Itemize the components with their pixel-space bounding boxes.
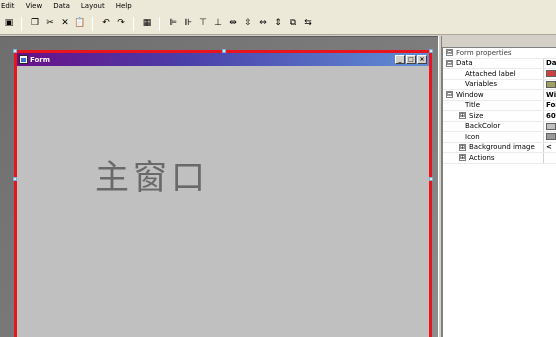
- cut-icon[interactable]: ✂: [44, 18, 56, 30]
- menu-bar: Edit View Data Layout Help: [0, 0, 556, 13]
- property-label: Attached label: [465, 69, 516, 78]
- toolbar: ▣ ❐ ✂ ✕ 📋 ↶ ↷ ▦ ⊫ ⊪ ⊤ ⊥ ⇹ ⇳ ⇔ ⇕ ⧉ ⇆: [0, 13, 556, 35]
- property-row[interactable]: Attached label: [443, 69, 556, 80]
- align-top-icon[interactable]: ⊤: [197, 18, 209, 30]
- property-label: Window: [456, 90, 484, 99]
- property-value[interactable]: For: [543, 100, 556, 110]
- form-label[interactable]: 主窗口: [95, 150, 209, 199]
- property-value[interactable]: [543, 132, 556, 142]
- property-value[interactable]: [543, 69, 556, 79]
- property-label: Size: [469, 111, 484, 120]
- maximize-button[interactable]: □: [406, 55, 416, 64]
- toolbar-separator: [133, 16, 134, 31]
- property-row[interactable]: ⊞ Actions: [443, 153, 556, 164]
- property-label: BackColor: [465, 122, 501, 131]
- property-swatch-icon[interactable]: [546, 122, 556, 130]
- paste-icon[interactable]: 📋: [74, 18, 86, 30]
- property-swatch-icon[interactable]: [546, 70, 556, 78]
- property-row[interactable]: ⊟Data Dat: [443, 58, 556, 69]
- property-label: Variables: [465, 80, 497, 89]
- space-vertical-icon[interactable]: ⇕: [272, 18, 284, 30]
- collapse-icon[interactable]: ⊟: [446, 91, 453, 99]
- property-label: Icon: [465, 132, 480, 141]
- property-row[interactable]: Title For: [443, 100, 556, 111]
- form-design-surface[interactable]: Form _ □ × 主窗口: [13, 49, 433, 337]
- property-label: Actions: [469, 153, 495, 162]
- property-row[interactable]: BackColor: [443, 121, 556, 132]
- form-window-icon: [19, 55, 28, 64]
- property-row[interactable]: Variables: [443, 79, 556, 90]
- property-row[interactable]: ⊟ Window Wi: [443, 90, 556, 101]
- property-swatch-icon[interactable]: [546, 133, 556, 141]
- menu-help[interactable]: Help: [111, 0, 138, 13]
- minimize-button[interactable]: _: [395, 55, 405, 64]
- property-row[interactable]: ⊞ Size 60: [443, 111, 556, 122]
- property-row[interactable]: Icon: [443, 132, 556, 143]
- property-value[interactable]: [543, 153, 556, 163]
- toolbar-separator: [92, 16, 93, 31]
- property-value[interactable]: 60: [543, 111, 556, 121]
- property-value[interactable]: [543, 79, 556, 89]
- same-size-icon[interactable]: ⧉: [287, 18, 299, 30]
- expand-icon[interactable]: ⊞: [459, 143, 466, 151]
- align-bottom-icon[interactable]: ⊥: [212, 18, 224, 30]
- collapse-icon[interactable]: ⊟: [446, 49, 453, 57]
- align-right-icon[interactable]: ⊪: [182, 18, 194, 30]
- menu-view[interactable]: View: [21, 0, 49, 13]
- toolbar-separator: [159, 16, 160, 31]
- properties-title: Form properties: [456, 48, 512, 57]
- tab-order-icon[interactable]: ⇆: [302, 18, 314, 30]
- close-button[interactable]: ×: [417, 55, 427, 64]
- window-controls: _ □ ×: [394, 55, 427, 64]
- form-title: Form: [30, 55, 51, 64]
- center-vertical-icon[interactable]: ⇳: [242, 18, 254, 30]
- property-label: Title: [465, 101, 481, 110]
- redo-icon[interactable]: ↷: [115, 18, 127, 30]
- property-label: Data: [456, 59, 473, 68]
- center-horizontal-icon[interactable]: ⇹: [227, 18, 239, 30]
- property-row[interactable]: ⊞ Background image <: [443, 142, 556, 153]
- property-value[interactable]: Dat: [543, 58, 556, 68]
- expand-icon[interactable]: ⊞: [459, 154, 466, 162]
- menu-edit[interactable]: Edit: [0, 0, 21, 13]
- grid-icon[interactable]: ▦: [141, 18, 153, 30]
- collapse-icon[interactable]: ⊟: [446, 59, 453, 67]
- delete-icon[interactable]: ✕: [59, 18, 71, 30]
- property-value[interactable]: <: [543, 142, 556, 152]
- form-body[interactable]: 主窗口: [17, 66, 429, 337]
- toolbar-separator: [21, 16, 22, 31]
- property-value[interactable]: [543, 121, 556, 131]
- undo-icon[interactable]: ↶: [100, 18, 112, 30]
- property-value[interactable]: Wi: [543, 90, 556, 100]
- menu-layout[interactable]: Layout: [76, 0, 111, 13]
- copy-icon[interactable]: ❐: [29, 18, 41, 30]
- resize-handle-top-right[interactable]: [429, 49, 433, 53]
- save-icon[interactable]: ▣: [3, 18, 15, 30]
- form-titlebar[interactable]: Form _ □ ×: [17, 53, 429, 66]
- space-horizontal-icon[interactable]: ⇔: [257, 18, 269, 30]
- properties-panel: ⊟Form properties ⊟DataDatAttached labelV…: [442, 47, 556, 337]
- resize-handle-right[interactable]: [429, 177, 433, 181]
- properties-header: ⊟ Form properties: [443, 48, 556, 59]
- align-left-icon[interactable]: ⊫: [167, 18, 179, 30]
- expand-icon[interactable]: ⊞: [459, 112, 466, 120]
- property-swatch-icon[interactable]: [546, 80, 556, 88]
- design-workspace: Form _ □ × 主窗口: [0, 36, 438, 337]
- menu-data[interactable]: Data: [48, 0, 76, 13]
- property-label: Background image: [469, 143, 535, 152]
